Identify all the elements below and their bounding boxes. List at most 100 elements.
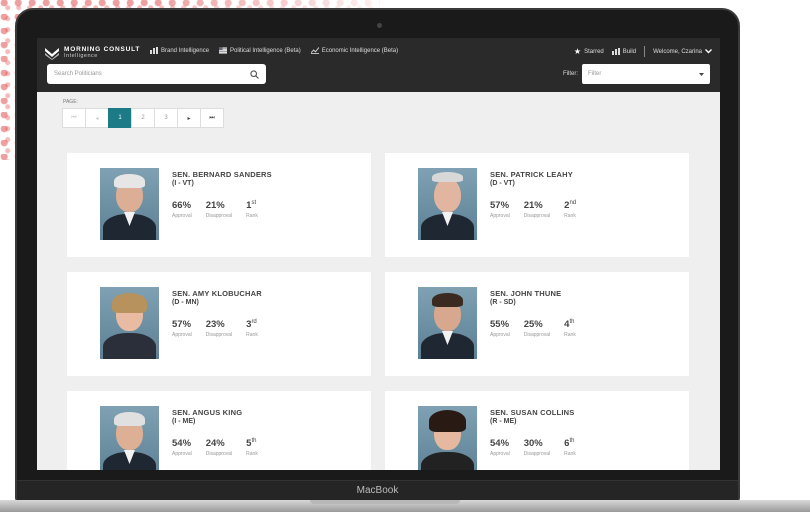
approval-label: Approval xyxy=(172,332,192,338)
logo-sub: Intelligence xyxy=(64,53,98,59)
disapproval-label: Disapproval xyxy=(205,213,233,219)
first-page-button[interactable]: ⏮ xyxy=(62,108,86,128)
rank-suffix: th xyxy=(251,438,257,444)
last-page-button[interactable]: ⏭ xyxy=(200,108,224,128)
search-input[interactable]: Search Politicians xyxy=(47,64,266,84)
politician-name: SEN. JOHN THUNE xyxy=(490,289,562,298)
search-icon xyxy=(250,69,259,79)
page-button-1[interactable]: 1 xyxy=(108,108,132,128)
rank-label: Rank xyxy=(564,451,576,458)
rank-value: 4th xyxy=(564,319,576,330)
next-page-button[interactable]: ▸ xyxy=(177,108,201,128)
approval-value: 55% xyxy=(490,319,510,330)
politician-party: (R - ME) xyxy=(490,418,517,425)
disapproval-label: Disapproval xyxy=(205,451,233,457)
rank-suffix: rd xyxy=(251,319,257,325)
politician-photo xyxy=(418,406,477,470)
page-button-3[interactable]: 3 xyxy=(154,108,178,128)
skip-forward-icon: ⏭ xyxy=(209,114,215,121)
nav-brand-intelligence[interactable]: Brand Intelligence xyxy=(150,47,209,54)
politician-party: (D - VT) xyxy=(490,180,515,187)
politician-photo xyxy=(100,287,159,359)
approval-value: 57% xyxy=(172,319,192,330)
nav-economic-intelligence[interactable]: Economic Intelligence (Beta) xyxy=(310,47,398,54)
rank-label: Rank xyxy=(246,451,258,458)
politician-card[interactable]: SEN. AMY KLOBUCHAR (D - MN) 57% Approval … xyxy=(67,272,371,376)
prev-page-button[interactable]: ◂ xyxy=(85,108,109,128)
build-label: Build xyxy=(622,48,637,55)
main-nav: Brand Intelligence Political Intelligenc… xyxy=(150,47,398,54)
approval-label: Approval xyxy=(172,213,192,219)
disapproval-label: Disapproval xyxy=(523,332,551,338)
disapproval-value: 23% xyxy=(205,319,225,330)
politician-name: SEN. PATRICK LEAHY xyxy=(490,170,573,179)
nav-political-intelligence[interactable]: Political Intelligence (Beta) xyxy=(219,47,301,54)
chevron-down-icon xyxy=(705,49,712,54)
politician-card[interactable]: SEN. PATRICK LEAHY (D - VT) 57% Approval … xyxy=(385,153,689,257)
app-header: MORNING CONSULT Intelligence Brand Intel… xyxy=(37,38,720,92)
approval-label: Approval xyxy=(490,451,510,457)
politician-photo xyxy=(418,168,477,240)
rank-label: Rank xyxy=(246,332,258,339)
politician-card[interactable]: SEN. SUSAN COLLINS (R - ME) 54% Approval … xyxy=(385,391,689,470)
starred-link[interactable]: ★ Starred xyxy=(574,47,604,56)
laptop-chin: MacBook xyxy=(17,480,738,500)
politician-party: (I - VT) xyxy=(172,180,194,187)
pagination: ⏮ ◂ 1 2 3 ▸ ⏭ xyxy=(62,108,224,128)
disapproval-label: Disapproval xyxy=(523,451,551,457)
disapproval-value: 24% xyxy=(205,438,225,449)
filter-label: Filter: xyxy=(563,71,578,77)
approval-value: 66% xyxy=(172,200,192,211)
rank-label: Rank xyxy=(564,332,576,339)
camera-icon xyxy=(377,23,382,28)
approval-value: 54% xyxy=(490,438,510,449)
rank-suffix: th xyxy=(569,319,575,325)
device-label: MacBook xyxy=(356,485,399,496)
politician-card[interactable]: SEN. JOHN THUNE (R - SD) 55% Approval 25%… xyxy=(385,272,689,376)
politician-party: (D - MN) xyxy=(172,299,199,306)
rank-value: 1st xyxy=(246,200,258,211)
welcome-label: Welcome, Czarina xyxy=(653,48,702,55)
disapproval-value: 21% xyxy=(205,200,225,211)
nav-label: Brand Intelligence xyxy=(161,47,210,54)
next-icon: ▸ xyxy=(187,115,191,122)
logo-name: MORNING CONSULT xyxy=(64,46,141,53)
bar-chart-icon xyxy=(150,47,158,54)
rank-value: 2nd xyxy=(564,200,576,211)
disapproval-value: 30% xyxy=(523,438,543,449)
disapproval-label: Disapproval xyxy=(205,332,233,338)
rank-value: 6th xyxy=(564,438,576,449)
disapproval-label: Disapproval xyxy=(523,213,551,219)
logo[interactable]: MORNING CONSULT Intelligence xyxy=(45,46,140,60)
rank-value: 5th xyxy=(246,438,258,449)
search-placeholder: Search Politicians xyxy=(54,71,102,77)
bar-chart-icon xyxy=(611,48,620,55)
star-icon: ★ xyxy=(573,47,582,56)
approval-label: Approval xyxy=(172,451,192,457)
approval-label: Approval xyxy=(490,332,510,338)
skip-back-icon: ⏮ xyxy=(71,114,77,121)
nav-label: Political Intelligence (Beta) xyxy=(230,47,301,54)
rank-label: Rank xyxy=(564,213,576,220)
politician-photo xyxy=(418,287,477,359)
politician-party: (I - ME) xyxy=(172,418,196,425)
page-button-2[interactable]: 2 xyxy=(131,108,155,128)
disapproval-value: 21% xyxy=(523,200,543,211)
approval-label: Approval xyxy=(490,213,510,219)
politician-card[interactable]: SEN. ANGUS KING (I - ME) 54% Approval 24%… xyxy=(67,391,371,470)
approval-value: 54% xyxy=(172,438,192,449)
user-menu[interactable]: Welcome, Czarina xyxy=(653,49,712,55)
politician-name: SEN. AMY KLOBUCHAR xyxy=(172,289,262,298)
politician-card[interactable]: SEN. BERNARD SANDERS (I - VT) 66% Approva… xyxy=(67,153,371,257)
build-link[interactable]: Build xyxy=(611,48,637,55)
caret-down-icon xyxy=(699,72,704,76)
filter-select[interactable]: Filter xyxy=(582,64,710,84)
prev-icon: ◂ xyxy=(95,115,99,122)
rank-suffix: th xyxy=(569,438,575,444)
politician-name: SEN. SUSAN COLLINS xyxy=(490,408,575,417)
app-screen: MORNING CONSULT Intelligence Brand Intel… xyxy=(37,38,720,470)
page-label: PAGE: xyxy=(63,99,78,105)
rank-suffix: st xyxy=(251,200,257,206)
divider xyxy=(644,46,646,57)
logo-mark-icon xyxy=(45,48,59,60)
